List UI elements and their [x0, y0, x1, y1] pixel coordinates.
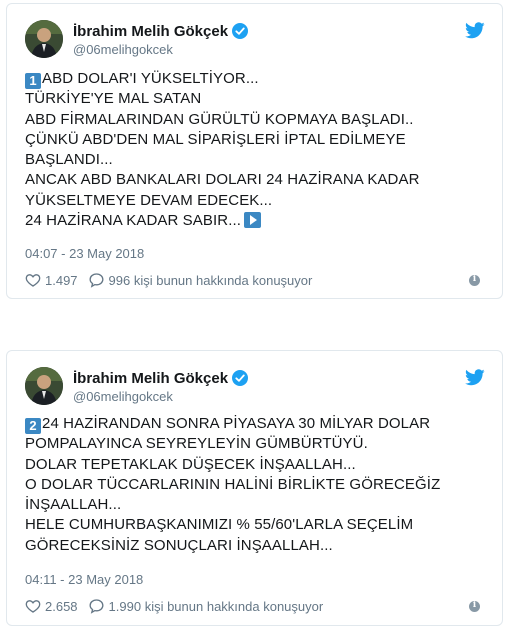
tweet-text: 2 24 HAZİRANDAN SONRA PİYASAYA 30 MİLYAR …	[25, 414, 488, 556]
info-icon[interactable]	[469, 274, 480, 286]
tweet-line: 2 24 HAZİRANDAN SONRA PİYASAYA 30 MİLYAR …	[25, 414, 488, 434]
heart-icon[interactable]	[25, 272, 41, 288]
verified-badge-icon	[232, 370, 249, 386]
tweet-line: BAŞLANDI...	[25, 151, 113, 169]
tweet-line: 1 ABD DOLAR'I YÜKSELTİYOR...	[25, 69, 488, 89]
conversation-count[interactable]: 1.990 kişi bunun hakkında konuşuyor	[109, 599, 324, 614]
tweet-line: DOLAR TEPETAKLAK DÜŞECEK İNŞAALLAH...	[25, 455, 356, 473]
play-button-icon	[244, 212, 261, 229]
avatar[interactable]	[25, 20, 63, 58]
heart-icon[interactable]	[25, 598, 41, 614]
tweet-line: YÜKSELTMEYE DEVAM EDECEK...	[25, 191, 273, 209]
tweet-card[interactable]: İbrahim Melih Gökçek @06melihgokcek 2 24 …	[6, 350, 503, 626]
keycap-one-icon: 1	[25, 73, 41, 89]
reply-bubble-icon[interactable]	[88, 272, 105, 288]
tweet-line: ABD FİRMALARINDAN GÜRÜLTÜ KOPMAYA BAŞLAD…	[25, 110, 414, 128]
tweet-line: GÖRECEKSİNİZ SONUÇLARI İNŞAALLAH...	[25, 536, 333, 554]
tweet-line: HELE CUMHURBAŞKANIMIZI % 55/60'LARLA SEÇ…	[25, 516, 414, 534]
twitter-bird-icon[interactable]	[465, 22, 485, 39]
tweet-line: İNŞAALLAH...	[25, 496, 122, 514]
conversation-count[interactable]: 996 kişi bunun hakkında konuşuyor	[109, 273, 313, 288]
author-name[interactable]: İbrahim Melih Gökçek	[73, 23, 228, 40]
tweet-text: 1 ABD DOLAR'I YÜKSELTİYOR... TÜRKİYE'YE M…	[25, 69, 488, 231]
tweet-line: 24 HAZİRANA KADAR SABIR...	[25, 211, 488, 231]
verified-badge-icon	[232, 23, 249, 39]
tweet-card[interactable]: İbrahim Melih Gökçek @06melihgokcek 1 ABD…	[6, 3, 503, 299]
twitter-bird-icon[interactable]	[465, 369, 485, 386]
author-handle[interactable]: @06melihgokcek	[73, 42, 173, 57]
keycap-two-icon: 2	[25, 418, 41, 434]
tweet-line: TÜRKİYE'YE MAL SATAN	[25, 90, 202, 108]
timestamp[interactable]: 04:07 - 23 May 2018	[25, 246, 144, 261]
tweet-actions: 2.658 1.990 kişi bunun hakkında konuşuyo…	[25, 596, 488, 616]
info-icon[interactable]	[469, 600, 480, 612]
tweet-line: ANCAK ABD BANKALARI DOLARI 24 HAZİRANA K…	[25, 171, 420, 189]
like-count[interactable]: 2.658	[45, 599, 78, 614]
author-name[interactable]: İbrahim Melih Gökçek	[73, 370, 228, 387]
reply-bubble-icon[interactable]	[88, 598, 105, 614]
tweet-line: POMPALAYINCA SEYREYLEYİN GÜMBÜRTÜYÜ.	[25, 435, 368, 453]
timestamp[interactable]: 04:11 - 23 May 2018	[25, 572, 143, 587]
tweet-actions: 1.497 996 kişi bunun hakkında konuşuyor	[25, 270, 488, 290]
author-handle[interactable]: @06melihgokcek	[73, 389, 173, 404]
avatar[interactable]	[25, 367, 63, 405]
tweet-line: O DOLAR TÜCCARLARININ HALİNİ BİRLİKTE GÖ…	[25, 475, 441, 493]
tweet-line: ÇÜNKÜ ABD'DEN MAL SİPARİŞLERİ İPTAL EDİL…	[25, 130, 406, 148]
like-count[interactable]: 1.497	[45, 273, 78, 288]
